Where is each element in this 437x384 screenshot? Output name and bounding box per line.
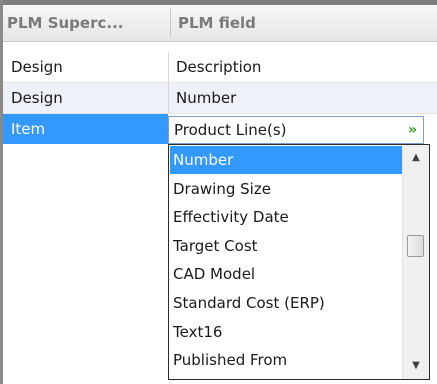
- dropdown-option[interactable]: Text16: [170, 318, 402, 346]
- column-divider[interactable]: [170, 9, 171, 37]
- superclass-cell-selected[interactable]: Item: [3, 114, 168, 144]
- dropdown-option[interactable]: CAD Model: [170, 260, 402, 288]
- column-header-plm-field[interactable]: PLM field: [178, 5, 428, 41]
- field-cell[interactable]: Number: [176, 83, 236, 113]
- superclass-cell-label: Item: [11, 120, 46, 138]
- table-row[interactable]: Design Number: [3, 83, 437, 114]
- plm-field-combobox[interactable]: Product Line(s) »: [168, 116, 424, 144]
- table-row[interactable]: Design Description: [3, 52, 437, 83]
- cell-divider: [168, 83, 169, 113]
- scrollbar-thumb[interactable]: [407, 235, 424, 257]
- double-chevron-down-icon[interactable]: »: [408, 117, 417, 143]
- grid-header: PLM Superc... PLM field: [3, 5, 437, 42]
- cell-divider: [168, 52, 169, 82]
- field-cell[interactable]: Description: [176, 52, 261, 82]
- dropdown-option[interactable]: Standard Cost (ERP): [170, 289, 402, 317]
- combobox-value: Product Line(s): [174, 121, 287, 139]
- plm-field-dropdown-list[interactable]: Number Drawing Size Effectivity Date Target…: [168, 144, 430, 380]
- superclass-cell[interactable]: Design: [11, 52, 63, 82]
- superclass-cell[interactable]: Design: [11, 83, 63, 113]
- scroll-up-arrow-icon[interactable]: ▲: [403, 147, 429, 169]
- column-header-plm-superclass[interactable]: PLM Superc...: [7, 5, 166, 41]
- dropdown-option[interactable]: Published From: [170, 346, 402, 374]
- dropdown-option[interactable]: Effectivity Date: [170, 203, 402, 231]
- dropdown-option[interactable]: Target Cost: [170, 232, 402, 260]
- dropdown-scrollbar[interactable]: ▲ ▼: [402, 145, 429, 379]
- scroll-down-arrow-icon[interactable]: ▼: [403, 355, 429, 377]
- dropdown-option-selected[interactable]: Number: [170, 146, 402, 174]
- dropdown-option[interactable]: Drawing Size: [170, 175, 402, 203]
